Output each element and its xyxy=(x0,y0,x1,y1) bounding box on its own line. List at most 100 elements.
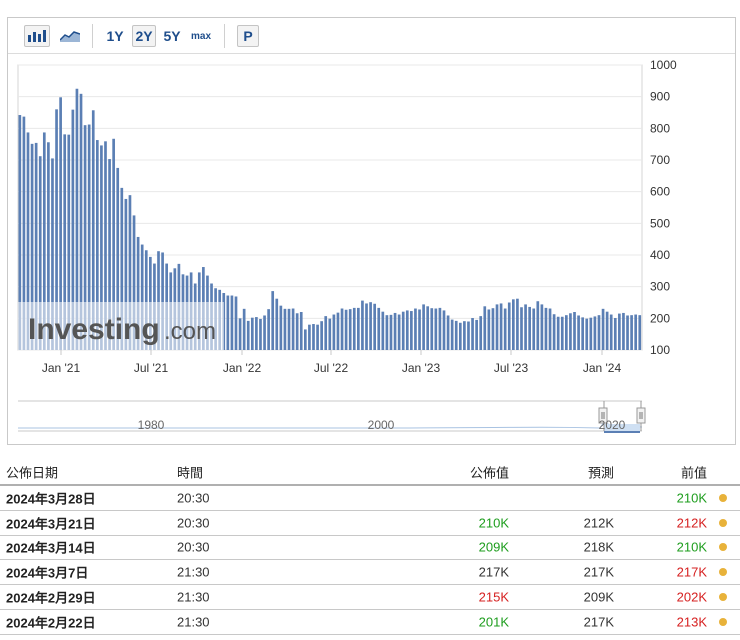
bar[interactable] xyxy=(234,296,238,350)
bar[interactable] xyxy=(414,308,417,350)
bar[interactable] xyxy=(613,318,617,350)
bar[interactable] xyxy=(434,308,438,350)
bar[interactable] xyxy=(577,315,580,350)
importance-dot-icon[interactable] xyxy=(719,593,727,602)
bar[interactable] xyxy=(291,308,295,350)
bar[interactable] xyxy=(426,306,430,350)
bar[interactable] xyxy=(381,311,385,350)
bar[interactable] xyxy=(520,307,523,350)
bar[interactable] xyxy=(630,315,633,350)
header-date[interactable]: 公佈日期 xyxy=(6,463,58,482)
bar[interactable] xyxy=(410,311,413,350)
bar[interactable] xyxy=(418,309,421,350)
bar[interactable] xyxy=(377,307,381,350)
bar[interactable] xyxy=(471,318,474,350)
bar[interactable] xyxy=(324,316,328,350)
bar[interactable] xyxy=(495,304,499,350)
bar[interactable] xyxy=(287,308,291,350)
importance-dot-icon[interactable] xyxy=(719,493,727,502)
bar[interactable] xyxy=(299,312,303,350)
bar[interactable] xyxy=(255,317,258,350)
bar[interactable] xyxy=(548,308,552,350)
bar[interactable] xyxy=(393,312,397,350)
bar[interactable] xyxy=(279,305,283,350)
bar[interactable] xyxy=(524,304,527,350)
bar[interactable] xyxy=(544,307,548,350)
bar[interactable] xyxy=(373,303,376,350)
bar[interactable] xyxy=(597,315,601,350)
bar[interactable] xyxy=(609,314,613,350)
bar[interactable] xyxy=(401,311,405,350)
bar[interactable] xyxy=(556,316,560,350)
bar[interactable] xyxy=(483,306,487,350)
bar[interactable] xyxy=(475,319,478,350)
bar[interactable] xyxy=(348,309,352,350)
bar[interactable] xyxy=(352,307,356,350)
bar[interactable] xyxy=(320,321,323,350)
bar[interactable] xyxy=(430,308,434,350)
bar[interactable] xyxy=(622,312,625,350)
bar[interactable] xyxy=(605,311,609,350)
bar[interactable] xyxy=(230,295,234,350)
bar[interactable] xyxy=(267,309,270,350)
bar[interactable] xyxy=(340,308,344,350)
bar[interactable] xyxy=(397,314,401,350)
bar[interactable] xyxy=(589,317,593,350)
bar[interactable] xyxy=(446,315,450,350)
bar[interactable] xyxy=(450,319,454,350)
bar[interactable] xyxy=(585,318,589,350)
bar[interactable] xyxy=(246,320,250,350)
bar[interactable] xyxy=(601,308,605,350)
header-time[interactable]: 時間 xyxy=(177,463,203,482)
bar[interactable] xyxy=(532,308,536,350)
bar[interactable] xyxy=(308,324,311,350)
bar[interactable] xyxy=(511,299,515,350)
bar[interactable] xyxy=(479,316,483,350)
bar[interactable] xyxy=(458,322,462,350)
bar[interactable] xyxy=(263,315,266,350)
bar[interactable] xyxy=(593,316,597,350)
bar[interactable] xyxy=(259,318,262,350)
bar[interactable] xyxy=(271,291,275,350)
bar[interactable] xyxy=(405,310,409,350)
bar[interactable] xyxy=(503,308,507,350)
bar[interactable] xyxy=(487,309,491,350)
bar[interactable] xyxy=(516,298,519,350)
importance-dot-icon[interactable] xyxy=(719,568,727,577)
bar[interactable] xyxy=(344,309,348,350)
bar[interactable] xyxy=(467,321,470,351)
header-actual[interactable]: 公佈值 xyxy=(470,463,509,482)
bar[interactable] xyxy=(463,321,466,350)
bar[interactable] xyxy=(638,315,642,350)
importance-dot-icon[interactable] xyxy=(719,617,727,626)
bar[interactable] xyxy=(569,313,572,350)
bar[interactable] xyxy=(312,324,315,350)
header-forecast[interactable]: 預測 xyxy=(588,463,614,482)
bar[interactable] xyxy=(275,298,279,350)
bar[interactable] xyxy=(528,306,531,350)
bar[interactable] xyxy=(536,301,540,350)
bar[interactable] xyxy=(365,303,368,350)
header-previous[interactable]: 前值 xyxy=(681,463,707,482)
importance-dot-icon[interactable] xyxy=(719,543,727,552)
bar[interactable] xyxy=(560,316,564,350)
bar[interactable] xyxy=(328,318,332,350)
bar[interactable] xyxy=(250,317,254,350)
bar[interactable] xyxy=(442,310,446,350)
bar[interactable] xyxy=(226,295,230,350)
bar[interactable] xyxy=(422,304,425,350)
bar[interactable] xyxy=(369,302,372,350)
time-navigator[interactable]: 1980 2000 2020 xyxy=(17,400,646,433)
bar[interactable] xyxy=(573,312,576,350)
bar[interactable] xyxy=(357,307,360,350)
bar[interactable] xyxy=(634,314,638,350)
bar[interactable] xyxy=(336,312,340,350)
bar[interactable] xyxy=(626,315,629,350)
bar[interactable] xyxy=(552,314,556,350)
bar[interactable] xyxy=(385,315,389,350)
bar[interactable] xyxy=(491,308,495,350)
bar[interactable] xyxy=(565,315,568,350)
bar[interactable] xyxy=(389,314,393,350)
bar[interactable] xyxy=(507,302,511,351)
bar[interactable] xyxy=(332,314,336,350)
